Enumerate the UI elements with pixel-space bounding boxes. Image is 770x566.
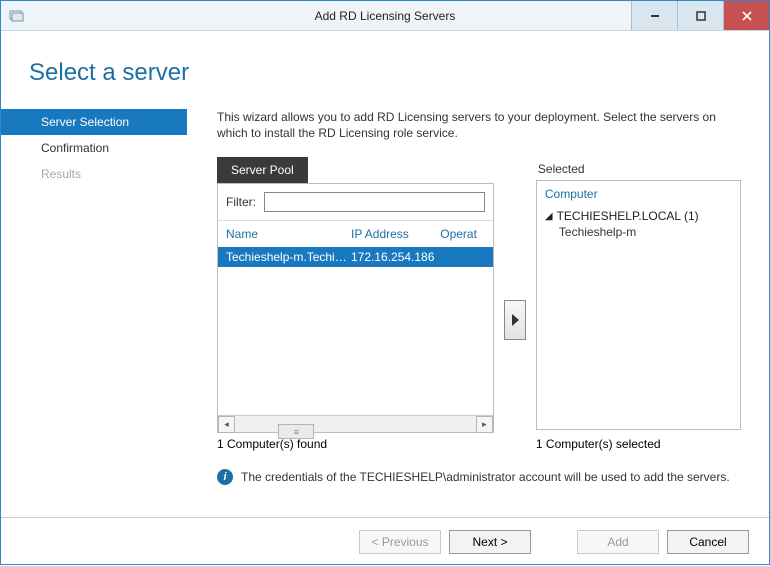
column-computer[interactable]: Computer [545,187,732,201]
scroll-left-icon[interactable]: ◂ [218,416,235,433]
computers-selected-text: 1 Computer(s) selected [536,437,741,451]
tab-server-pool[interactable]: Server Pool [217,157,308,183]
sidebar-item-confirmation[interactable]: Confirmation [1,135,187,161]
cell-name: Techieshelp-m.Techiesh... [226,250,351,264]
close-button[interactable] [723,1,769,30]
column-ip[interactable]: IP Address [351,227,440,241]
intro-text: This wizard allows you to add RD Licensi… [217,109,741,141]
filter-input[interactable] [264,192,485,212]
credentials-info: i The credentials of the TECHIESHELP\adm… [217,469,741,485]
previous-button: < Previous [359,530,441,554]
tree-collapse-icon[interactable]: ◢ [545,211,553,222]
computers-found-text: 1 Computer(s) found [217,437,494,451]
wizard-steps-sidebar: Server Selection Confirmation Results [1,109,187,517]
page-title: Select a server [1,31,769,109]
tree-computer-node[interactable]: Techieshelp-m [545,225,732,239]
sidebar-item-server-selection[interactable]: Server Selection [1,109,187,135]
sidebar-item-results: Results [1,161,187,187]
minimize-button[interactable] [631,1,677,30]
title-bar: Add RD Licensing Servers [1,1,769,31]
server-pool-panel: Server Pool Filter: Name IP Address Oper… [217,157,494,433]
cell-os [440,250,485,264]
cancel-button[interactable]: Cancel [667,530,749,554]
grid-headers: Name IP Address Operat [218,221,493,247]
chevron-right-icon [510,313,520,327]
table-row[interactable]: Techieshelp-m.Techiesh... 172.16.254.186 [218,247,493,267]
column-os[interactable]: Operat [440,227,485,241]
horizontal-scrollbar[interactable]: ◂ ≡ ▸ [218,415,493,432]
tree-domain-node[interactable]: ◢ TECHIESHELP.LOCAL (1) [545,209,732,223]
selected-panel-label: Selected [536,157,741,180]
cell-ip: 172.16.254.186 [351,250,440,264]
scroll-thumb[interactable]: ≡ [278,424,314,439]
next-button[interactable]: Next > [449,530,531,554]
maximize-button[interactable] [677,1,723,30]
scroll-right-icon[interactable]: ▸ [476,416,493,433]
add-server-button[interactable] [504,300,526,340]
column-name[interactable]: Name [226,227,351,241]
selected-panel: Selected Computer ◢ TECHIESHELP.LOCAL (1… [536,157,741,433]
info-icon: i [217,469,233,485]
filter-label: Filter: [226,195,256,209]
info-text: The credentials of the TECHIESHELP\admin… [241,470,730,484]
add-button: Add [577,530,659,554]
domain-label: TECHIESHELP.LOCAL (1) [557,209,699,223]
app-icon [9,8,25,24]
window-controls [631,1,769,30]
wizard-footer: < Previous Next > Add Cancel [1,517,769,566]
